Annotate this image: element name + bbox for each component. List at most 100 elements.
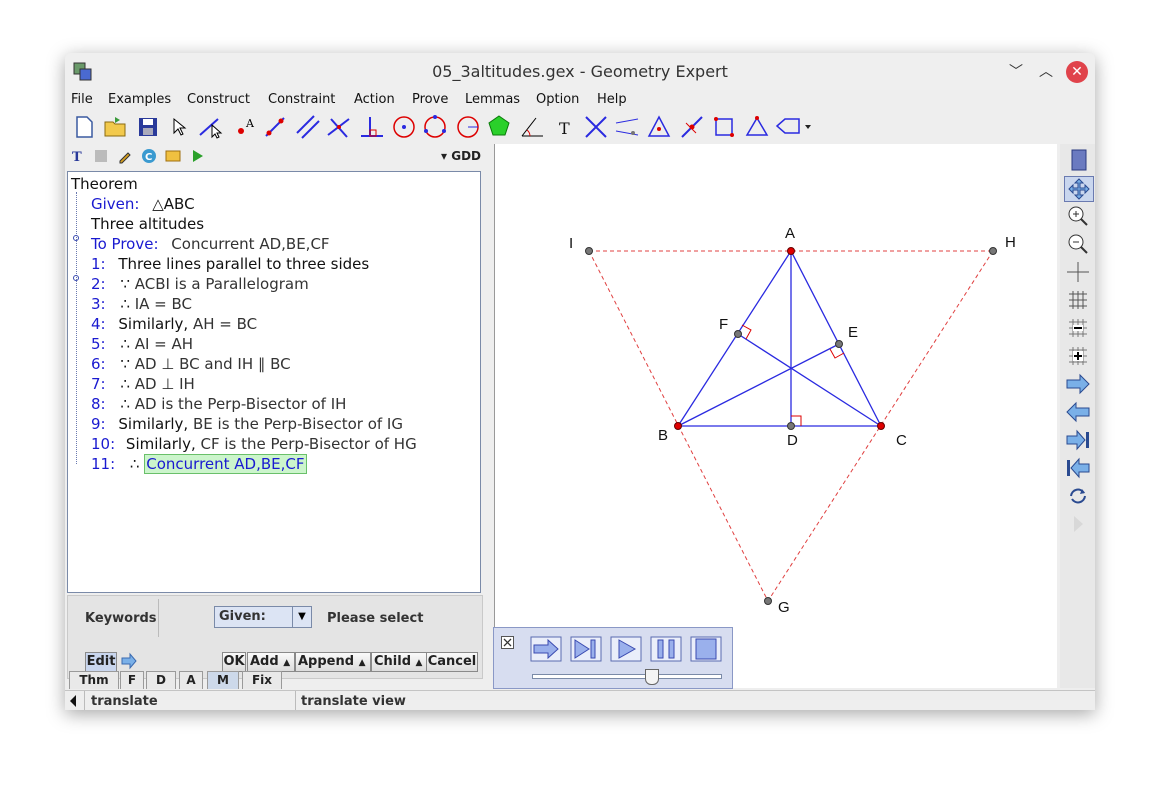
menu-examples[interactable]: Examples	[108, 92, 171, 107]
drag-point-icon[interactable]	[196, 113, 224, 141]
select-arrow-icon[interactable]	[165, 113, 193, 141]
menu-option[interactable]: Option	[536, 92, 579, 107]
chevron-down-icon[interactable]: ▼	[292, 607, 311, 627]
child-button[interactable]: Child ▲	[371, 652, 427, 672]
save-icon[interactable]	[134, 113, 162, 141]
point-c[interactable]	[877, 422, 885, 430]
rotate-icon[interactable]	[1064, 484, 1092, 508]
circle-icon[interactable]	[390, 113, 418, 141]
pause-icon[interactable]	[650, 636, 682, 662]
midpoint-icon[interactable]	[678, 113, 706, 141]
zoom-in-icon[interactable]	[1064, 204, 1092, 228]
last-step-icon[interactable]	[1064, 428, 1092, 452]
compute-icon[interactable]: C	[141, 148, 157, 164]
angle-icon[interactable]	[518, 113, 546, 141]
menu-file[interactable]: File	[71, 92, 93, 107]
animation-slider[interactable]	[532, 669, 722, 685]
polygon-fill-icon[interactable]	[485, 113, 513, 141]
theorem-title[interactable]: Three altitudes	[91, 215, 204, 235]
point-e[interactable]	[835, 340, 843, 348]
circle-radius-icon[interactable]	[454, 113, 482, 141]
arrow-right-icon[interactable]	[120, 652, 138, 670]
menu-action[interactable]: Action	[354, 92, 395, 107]
proof-step[interactable]: 1: Three lines parallel to three sides	[91, 255, 369, 275]
stop-icon[interactable]	[690, 636, 722, 662]
intersection-icon[interactable]	[582, 113, 610, 141]
menu-prove[interactable]: Prove	[412, 92, 448, 107]
tab-f[interactable]: F	[120, 671, 144, 689]
point-h[interactable]	[989, 247, 997, 255]
point-g[interactable]	[764, 597, 772, 605]
add-button[interactable]: Add ▲	[247, 652, 295, 672]
translate-view-icon[interactable]	[1064, 176, 1094, 202]
grid-expand-icon[interactable]	[1064, 344, 1092, 368]
refresh-icon[interactable]	[165, 148, 181, 164]
grid-icon[interactable]	[1064, 288, 1092, 312]
parallel-line-icon[interactable]	[294, 113, 322, 141]
line-icon[interactable]	[261, 113, 289, 141]
first-step-icon[interactable]	[1064, 456, 1092, 480]
keyword-select[interactable]: Given: ▼	[214, 606, 312, 628]
step-forward-icon[interactable]	[530, 636, 562, 662]
append-button[interactable]: Append ▲	[295, 652, 371, 672]
zoom-out-icon[interactable]	[1064, 232, 1092, 256]
given-row[interactable]: Given: △ABC	[91, 195, 195, 215]
menu-lemmas[interactable]: Lemmas	[465, 92, 520, 107]
expand-handle-icon[interactable]	[71, 233, 81, 243]
to-prove-row[interactable]: To Prove: Concurrent AD,BE,CF	[91, 235, 330, 255]
minimize-button[interactable]: ﹀	[1005, 61, 1027, 83]
open-folder-icon[interactable]	[101, 113, 129, 141]
point-b[interactable]	[674, 422, 682, 430]
proof-step[interactable]: 3: ∴ IA = BC	[91, 295, 192, 315]
menu-help[interactable]: Help	[597, 92, 627, 107]
triangle-center-icon[interactable]	[645, 113, 673, 141]
proof-step[interactable]: 4: Similarly, AH = BC	[91, 315, 257, 335]
cancel-button[interactable]: Cancel	[426, 652, 478, 672]
point-a[interactable]	[787, 247, 795, 255]
proof-step[interactable]: 8: ∴ AD is the Perp-Bisector of IH	[91, 395, 346, 415]
perpendicular-line-icon[interactable]	[325, 113, 353, 141]
drawing-canvas[interactable]: A B C D E F G H I	[494, 144, 1057, 688]
crosshair-icon[interactable]	[1064, 260, 1092, 284]
tab-d[interactable]: D	[146, 671, 176, 689]
proof-step[interactable]: 9: Similarly, BE is the Perp-Bisector of…	[91, 415, 403, 435]
new-file-icon[interactable]	[70, 113, 98, 141]
proof-step[interactable]: 7: ∴ AD ⊥ IH	[91, 375, 195, 395]
play-disabled-icon[interactable]	[1064, 512, 1092, 536]
polygon-dropdown-icon[interactable]	[773, 113, 813, 141]
point-i[interactable]	[585, 247, 593, 255]
proof-step[interactable]: 5: ∴ AI = AH	[91, 335, 193, 355]
collapse-left-icon[interactable]	[68, 694, 78, 708]
foot-icon[interactable]	[358, 113, 386, 141]
circle-three-points-icon[interactable]	[421, 113, 449, 141]
skip-end-icon[interactable]	[570, 636, 602, 662]
proof-step[interactable]: 11: ∴ Concurrent AD,BE,CF	[91, 454, 307, 475]
point-d[interactable]	[787, 422, 795, 430]
list-icon[interactable]	[93, 148, 109, 164]
point-label-icon[interactable]: A	[231, 113, 259, 141]
scroll-icon[interactable]	[1064, 148, 1092, 172]
run-icon[interactable]	[189, 148, 205, 164]
mode-select[interactable]: ▾ GDD	[441, 149, 481, 163]
tab-m[interactable]: M	[207, 671, 239, 689]
tab-thm[interactable]: Thm	[69, 671, 119, 689]
ok-button[interactable]: OK	[222, 652, 246, 672]
grid-shrink-icon[interactable]	[1064, 316, 1092, 340]
edit-tool-icon[interactable]	[117, 148, 133, 164]
proof-step[interactable]: 2: ∵ ACBI is a Parallelogram	[91, 275, 309, 295]
proof-step[interactable]: 10: Similarly, CF is the Perp-Bisector o…	[91, 435, 417, 455]
theorem-icon[interactable]: T	[70, 148, 86, 164]
play-icon[interactable]	[610, 636, 642, 662]
expand-handle-icon[interactable]	[71, 273, 81, 283]
arrow-right-icon[interactable]	[1064, 372, 1092, 396]
proof-step[interactable]: 6: ∵ AD ⊥ BC and IH ∥ BC	[91, 355, 291, 375]
point-f[interactable]	[734, 330, 742, 338]
edit-button[interactable]: Edit	[85, 652, 117, 672]
ratio-icon[interactable]	[613, 113, 641, 141]
close-panel-icon[interactable]	[501, 636, 514, 649]
menu-constraint[interactable]: Constraint	[268, 92, 335, 107]
tab-fix[interactable]: Fix	[242, 671, 282, 689]
close-button[interactable]: ✕	[1066, 61, 1088, 83]
arrow-left-icon[interactable]	[1064, 400, 1092, 424]
slider-thumb[interactable]	[645, 669, 660, 685]
